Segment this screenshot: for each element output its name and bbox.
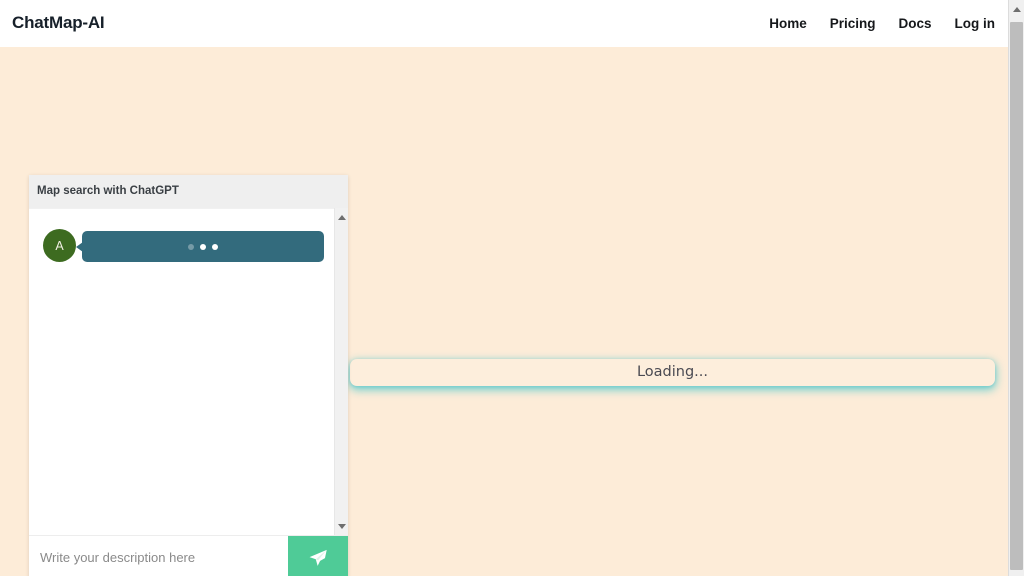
main-content-area: Loading... Map search with ChatGPT A bbox=[0, 47, 1008, 576]
paper-plane-icon bbox=[309, 549, 327, 566]
triangle-up-icon[interactable] bbox=[335, 210, 348, 224]
map-loading-panel: Loading... bbox=[350, 359, 995, 386]
triangle-up-icon[interactable] bbox=[1009, 2, 1024, 16]
avatar: A bbox=[43, 229, 76, 262]
nav-link-pricing[interactable]: Pricing bbox=[830, 16, 876, 31]
typing-dot-1 bbox=[187, 243, 194, 250]
triangle-down-icon[interactable] bbox=[335, 519, 348, 533]
typing-indicator bbox=[187, 243, 218, 250]
chat-input-row bbox=[29, 535, 348, 576]
page-viewport: ChatMap-AI Home Pricing Docs Log in Load… bbox=[0, 0, 1008, 576]
top-navbar: ChatMap-AI Home Pricing Docs Log in bbox=[0, 0, 1008, 47]
chat-panel: Map search with ChatGPT A bbox=[29, 175, 348, 576]
window-scrollbar[interactable] bbox=[1008, 0, 1024, 576]
chat-panel-header: Map search with ChatGPT bbox=[29, 175, 348, 208]
chat-message-assistant: A bbox=[43, 229, 335, 263]
brand-logo[interactable]: ChatMap-AI bbox=[12, 13, 105, 33]
chat-message-list: A bbox=[29, 208, 348, 535]
chat-panel-title: Map search with ChatGPT bbox=[37, 185, 179, 197]
chat-input[interactable] bbox=[29, 536, 288, 576]
loading-status-text: Loading... bbox=[636, 364, 709, 381]
nav-link-login[interactable]: Log in bbox=[955, 16, 996, 31]
chat-scrollbar[interactable] bbox=[334, 208, 348, 535]
chat-message-bubble bbox=[76, 231, 324, 262]
nav-links: Home Pricing Docs Log in bbox=[769, 16, 995, 31]
send-button[interactable] bbox=[288, 536, 348, 576]
nav-link-docs[interactable]: Docs bbox=[898, 16, 931, 31]
nav-link-home[interactable]: Home bbox=[769, 16, 807, 31]
typing-dot-3 bbox=[211, 243, 218, 250]
typing-dot-2 bbox=[199, 243, 206, 250]
window-scrollbar-thumb[interactable] bbox=[1010, 22, 1023, 570]
